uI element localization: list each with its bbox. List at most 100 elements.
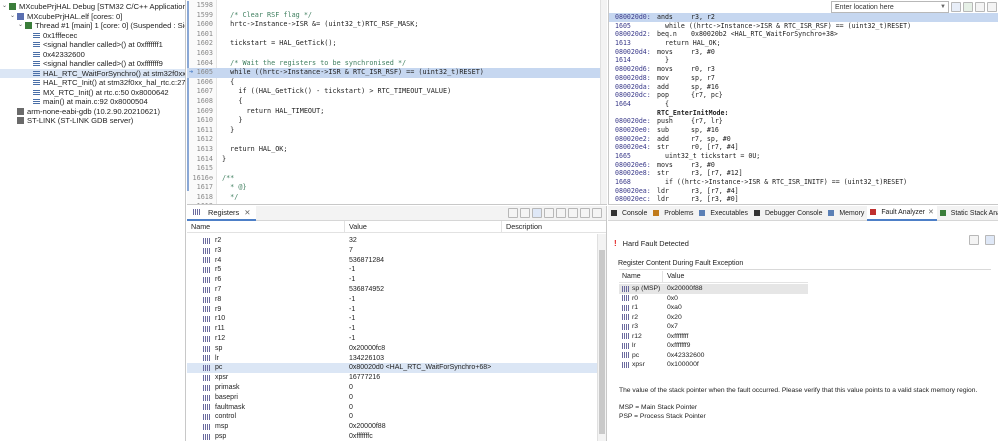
register-value[interactable]: 0 (345, 393, 502, 403)
twisty-icon[interactable]: ⌄ (18, 21, 25, 31)
show-symbols-icon[interactable] (987, 2, 997, 12)
tab-debugger-console[interactable]: Debugger Console (751, 206, 825, 221)
line-number[interactable]: 1600 (187, 20, 215, 30)
source-editor[interactable]: 1598 1599 /* Clear RSF flag */1600 hrtc->… (187, 0, 607, 205)
fault-register-row[interactable]: lr 0xfffffff9 (619, 341, 808, 351)
tab-fault-analyzer[interactable]: Fault Analyzer ✕ (867, 206, 937, 221)
line-number[interactable]: 1607 (187, 87, 215, 97)
remove-icon[interactable] (556, 208, 566, 218)
tree-item[interactable]: main() at main.c:92 0x8000504 (0, 97, 185, 107)
view-menu-icon[interactable] (568, 208, 578, 218)
line-number[interactable]: 1604 (187, 59, 215, 69)
table-row[interactable]: primask 0 (187, 383, 606, 393)
location-input[interactable]: Enter location here ▼ (831, 1, 949, 13)
tree-item[interactable]: 0x42332600 (0, 50, 185, 60)
table-row[interactable]: basepri 0 (187, 393, 606, 403)
table-row[interactable]: r12 -1 (187, 334, 606, 344)
register-value[interactable]: -1 (345, 275, 502, 285)
fault-register-row[interactable]: xpsr 0x100000f (619, 360, 808, 370)
maximize-icon[interactable] (592, 208, 602, 218)
table-row[interactable]: pc 0x80020d0 <HAL_RTC_WaitForSynchro+68> (187, 363, 606, 374)
tree-item[interactable]: HAL_RTC_Init() at stm32f0xx_hal_rtc.c:27… (0, 78, 185, 88)
tree-item[interactable]: ST-LINK (ST-LINK GDB server) (0, 116, 185, 126)
minimize-icon[interactable] (580, 208, 590, 218)
line-number[interactable]: 1614 (187, 155, 215, 165)
line-number[interactable]: 1602 (187, 39, 215, 49)
fault-register-row[interactable]: pc 0x42332600 (619, 351, 808, 361)
register-value[interactable]: 0 (345, 403, 502, 413)
table-row[interactable]: faultmask 0 (187, 403, 606, 413)
tab-registers[interactable]: Registers ✕ (187, 206, 257, 221)
table-row[interactable]: r4 536871284 (187, 256, 606, 266)
register-value[interactable]: 134226103 (345, 354, 502, 364)
line-number[interactable]: 1619 (187, 202, 215, 204)
register-value[interactable]: -1 (345, 305, 502, 315)
tree-item[interactable]: 0x1fffecec (0, 31, 185, 41)
fault-register-row[interactable]: r0 0x0 (619, 294, 808, 304)
open-in-editor-icon[interactable] (969, 235, 979, 245)
tree-item[interactable]: ⌄ Thread #1 [main] 1 [core: 0] (Suspended… (0, 21, 185, 31)
register-value[interactable]: 32 (345, 236, 502, 246)
tree-item[interactable]: ⌄ MXcubePrjHAL.elf [cores: 0] (0, 12, 185, 22)
table-row[interactable]: r3 7 (187, 246, 606, 256)
fault-register-row[interactable]: r2 0x20 (619, 313, 808, 323)
register-value[interactable]: 0xfffffffc (345, 432, 502, 441)
line-number[interactable]: 1601 (187, 30, 215, 40)
line-number[interactable]: 1611 (187, 126, 215, 136)
fault-register-row[interactable]: r12 0xffffffff (619, 332, 808, 342)
register-value[interactable]: -1 (345, 324, 502, 334)
line-number[interactable]: 1606 (187, 78, 215, 88)
close-icon[interactable]: ✕ (244, 206, 250, 220)
table-row[interactable]: r6 -1 (187, 275, 606, 285)
column-value[interactable]: Value (345, 221, 502, 232)
twisty-icon[interactable]: ⌄ (10, 12, 17, 22)
register-value[interactable]: 7 (345, 246, 502, 256)
line-number[interactable]: 1613 (187, 145, 215, 155)
table-row[interactable]: xpsr 16777216 (187, 373, 606, 383)
line-number[interactable]: 1599 (187, 11, 215, 21)
fault-analyzer-options-icon[interactable] (985, 235, 995, 245)
fault-register-row[interactable]: r3 0x7 (619, 322, 808, 332)
tree-item[interactable]: MX_RTC_Init() at rtc.c:50 0x8000642 (0, 88, 185, 98)
table-row[interactable]: r11 -1 (187, 324, 606, 334)
register-value[interactable]: -1 (345, 314, 502, 324)
register-value[interactable]: -1 (345, 295, 502, 305)
chevron-down-icon[interactable]: ▼ (940, 4, 948, 10)
registers-scrollbar-thumb[interactable] (599, 250, 605, 434)
table-row[interactable]: r7 536874952 (187, 285, 606, 295)
register-value[interactable]: 0x20000fc8 (345, 344, 502, 354)
table-row[interactable]: lr 134226103 (187, 354, 606, 364)
tree-item[interactable]: <signal handler called>() at 0xfffffff1 (0, 40, 185, 50)
editor-scrollbar[interactable] (600, 0, 607, 204)
twisty-icon[interactable]: ⌄ (2, 2, 9, 12)
register-value[interactable]: -1 (345, 334, 502, 344)
table-row[interactable]: r2 32 (187, 236, 606, 246)
tree-item[interactable]: arm-none-eabi-gdb (10.2.90.20210621) (0, 107, 185, 117)
line-number[interactable]: 1598 (187, 1, 215, 11)
register-value[interactable]: 0x20000f88 (345, 422, 502, 432)
tree-item[interactable]: ⌄ MXcubePrjHAL Debug [STM32 C/C++ Applica… (0, 2, 185, 12)
tab-memory[interactable]: Memory (825, 206, 867, 221)
tree-item[interactable]: <signal handler called>() at 0xfffffff9 (0, 59, 185, 69)
registers-scrollbar[interactable] (597, 234, 606, 441)
line-number[interactable]: 1618 (187, 193, 215, 203)
register-value[interactable]: 0x80020d0 <HAL_RTC_WaitForSynchro+68> (345, 363, 502, 373)
column-name[interactable]: Name (187, 221, 345, 232)
line-number[interactable]: 1608 (187, 97, 215, 107)
show-source-icon[interactable] (975, 2, 985, 12)
column-description[interactable]: Description (502, 221, 542, 232)
tab-console[interactable]: Console (608, 206, 650, 221)
register-value[interactable]: 0 (345, 412, 502, 422)
register-value[interactable]: 536874952 (345, 285, 502, 295)
fault-register-row[interactable]: r1 0xa0 (619, 303, 808, 313)
line-number[interactable]: 1609 (187, 107, 215, 117)
link-with-editor-icon[interactable] (963, 2, 973, 12)
tab-executables[interactable]: Executables (696, 206, 751, 221)
table-row[interactable]: r10 -1 (187, 314, 606, 324)
line-number[interactable]: 1616⊖ (187, 174, 215, 184)
fault-register-row[interactable]: sp (MSP) 0x20000f88 (619, 284, 808, 294)
fault-column-value[interactable]: Value (663, 271, 684, 282)
go-to-location-icon[interactable] (951, 2, 961, 12)
table-row[interactable]: psp 0xfffffffc (187, 432, 606, 441)
tree-item[interactable]: HAL_RTC_WaitForSynchro() at stm32f0xx_ha… (0, 68, 185, 78)
